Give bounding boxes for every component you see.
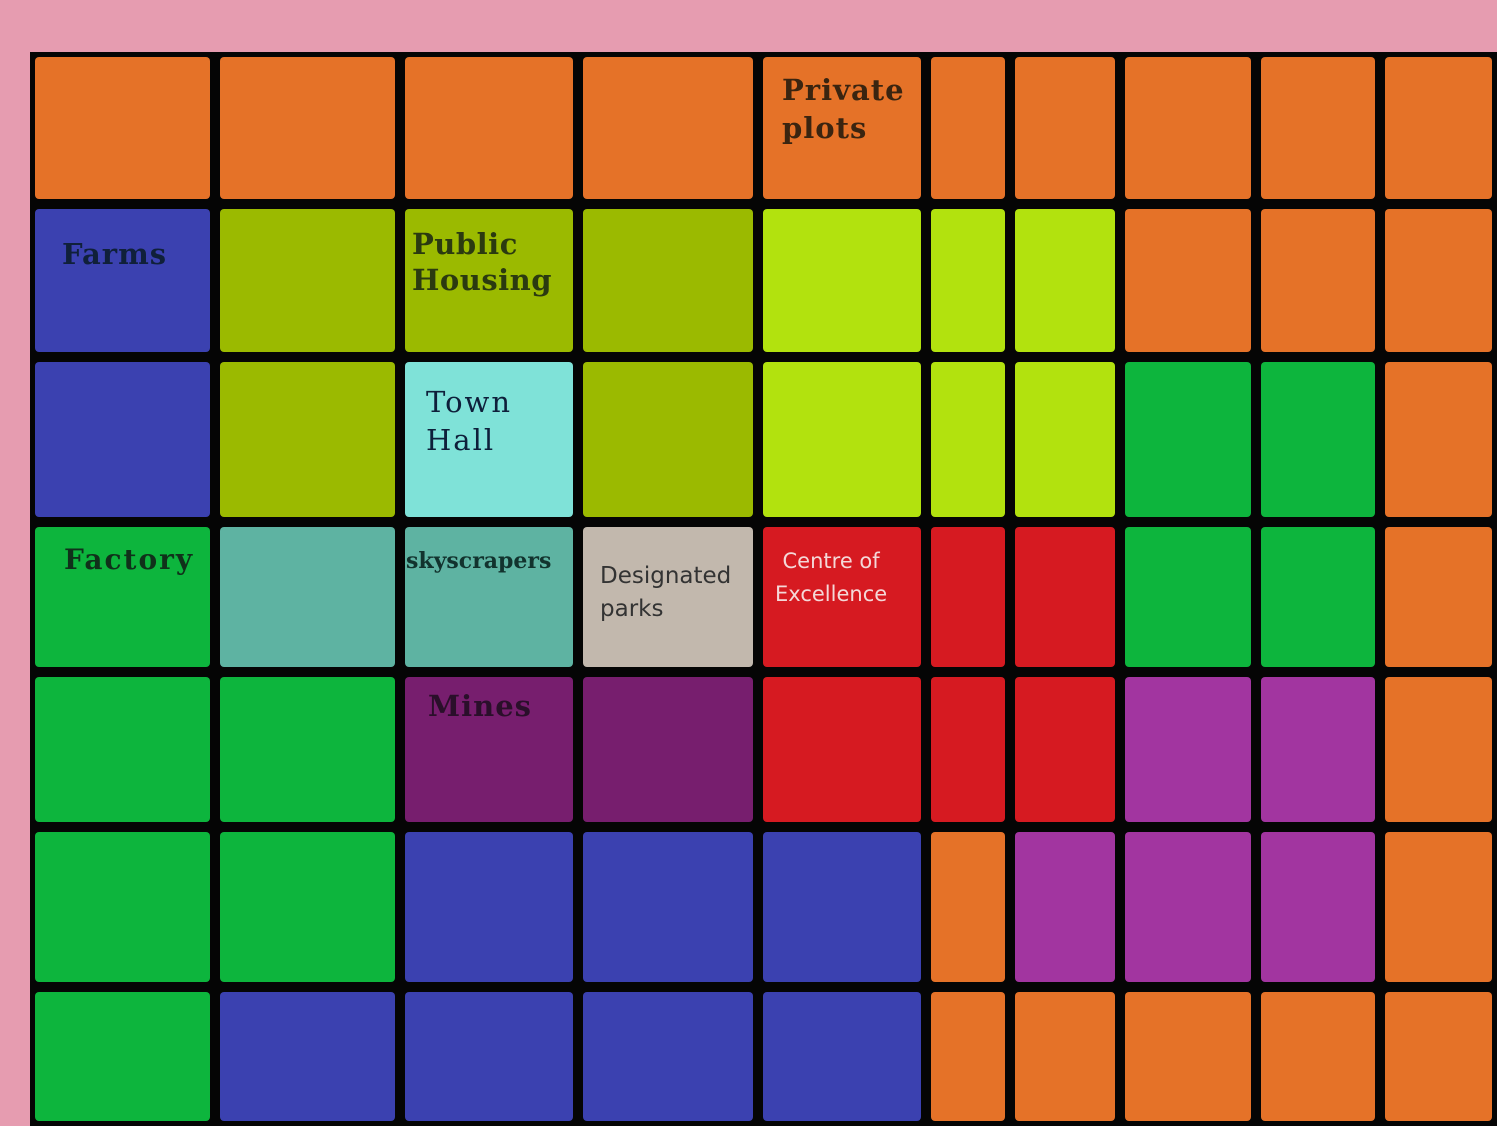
zone-cell-lime [763, 209, 921, 352]
zone-cell-olive [220, 362, 395, 517]
zone-cell-orange [1261, 209, 1375, 352]
zone-cell-blue [583, 832, 753, 982]
zone-cell-orange [931, 992, 1005, 1121]
zone-cell-orange [1385, 527, 1492, 667]
zone-cell-green [1125, 362, 1251, 517]
zone-cell-red [931, 527, 1005, 667]
mines-label: Mines [428, 689, 532, 723]
zone-cell-green [1125, 527, 1251, 667]
zoning-map [30, 52, 1497, 1126]
zone-cell-red [931, 677, 1005, 822]
zone-cell-blue [35, 362, 210, 517]
zone-cell-magenta [1261, 677, 1375, 822]
centre-of-excellence-label: Centre of Excellence [775, 549, 888, 606]
zone-cell-blue [405, 992, 573, 1121]
zone-cell-red [763, 677, 921, 822]
zone-cell-red [1015, 677, 1115, 822]
town-hall-label: Town Hall [426, 385, 513, 457]
zone-cell-orange [1125, 57, 1251, 199]
farms-label: Farms [62, 237, 168, 271]
zone-cell-orange [583, 57, 753, 199]
zone-cell-blue [220, 992, 395, 1121]
zone-cell-magenta [1261, 832, 1375, 982]
zone-cell-olive [583, 362, 753, 517]
zone-cell-blue [763, 832, 921, 982]
zone-cell-teal [220, 527, 395, 667]
zone-cell-green [220, 677, 395, 822]
zone-cell-green [35, 677, 210, 822]
zone-cell-orange [931, 57, 1005, 199]
zone-cell-orange [1385, 57, 1492, 199]
zone-cell-orange [1385, 832, 1492, 982]
zone-cell-purple [583, 677, 753, 822]
zone-cell-olive [583, 209, 753, 352]
zone-cell-green [1261, 362, 1375, 517]
zone-cell-orange [1015, 992, 1115, 1121]
zone-cell-lime [1015, 362, 1115, 517]
zone-cell-lime [763, 362, 921, 517]
zone-cell-orange [220, 57, 395, 199]
zone-cell-magenta [1125, 832, 1251, 982]
private-plots-label: Private plots [782, 73, 905, 145]
zone-cell-green [1261, 527, 1375, 667]
zone-cell-lime [931, 209, 1005, 352]
zone-cell-green [35, 832, 210, 982]
zone-cell-green [35, 992, 210, 1121]
zone-cell-red [1015, 527, 1115, 667]
zone-cell-blue [583, 992, 753, 1121]
zone-cell-magenta [1125, 677, 1251, 822]
zone-cell-orange [405, 57, 573, 199]
zone-cell-orange [35, 57, 210, 199]
zone-cell-orange [931, 832, 1005, 982]
zone-cell-orange [1015, 57, 1115, 199]
zone-cell-orange [1385, 209, 1492, 352]
zone-cell-orange [1261, 992, 1375, 1121]
zone-cell-orange [1125, 209, 1251, 352]
public-housing-label: Public Housing [412, 227, 553, 298]
zone-cell-orange [1385, 992, 1492, 1121]
zone-cell-blue [405, 832, 573, 982]
zone-cell-magenta [1015, 832, 1115, 982]
zone-cell-orange [1261, 57, 1375, 199]
zone-cell-olive [220, 209, 395, 352]
zone-cell-blue [35, 209, 210, 352]
zone-cell-green [220, 832, 395, 982]
zone-cell-orange [1385, 677, 1492, 822]
factory-label: Factory [64, 543, 195, 576]
zone-cell-orange [1385, 362, 1492, 517]
zone-cell-lime [931, 362, 1005, 517]
zone-cell-blue [763, 992, 921, 1121]
skyscrapers-label: skyscrapers [406, 548, 552, 574]
designated-parks-label: Designated parks [600, 563, 732, 623]
zone-cell-orange [1125, 992, 1251, 1121]
zone-cell-lime [1015, 209, 1115, 352]
